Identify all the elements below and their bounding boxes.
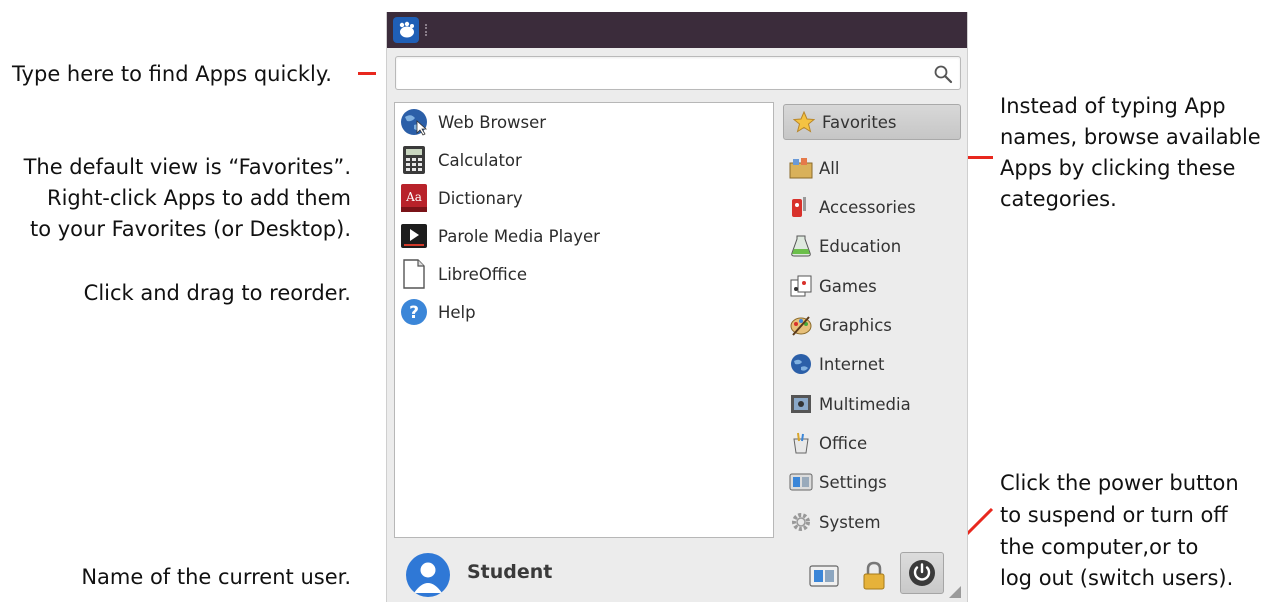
category-system[interactable]: System: [789, 507, 881, 537]
app-label: Help: [438, 302, 476, 322]
media-player-icon: [399, 221, 429, 251]
app-dictionary[interactable]: Aa Dictionary: [399, 181, 523, 215]
app-web-browser[interactable]: Web Browser: [399, 105, 546, 139]
app-libreoffice[interactable]: LibreOffice: [399, 257, 527, 291]
user-annotation: Name of the current user.: [81, 565, 351, 589]
categories-annotation-line-2: names, browse available: [1000, 125, 1261, 149]
category-label: All: [819, 158, 840, 178]
category-internet[interactable]: Internet: [789, 349, 885, 379]
category-label: Settings: [819, 472, 887, 492]
settings-icon: [789, 470, 813, 494]
app-label: Dictionary: [438, 188, 523, 208]
globe-icon: [399, 107, 429, 137]
star-icon: [792, 110, 816, 134]
app-help[interactable]: ? Help: [399, 295, 476, 329]
multimedia-icon: [789, 392, 813, 416]
category-label: Multimedia: [819, 394, 911, 414]
help-icon: ?: [399, 297, 429, 327]
accessories-icon: [789, 195, 813, 219]
app-calculator[interactable]: Calculator: [399, 143, 522, 177]
graphics-icon: [789, 313, 813, 337]
category-education[interactable]: Education: [789, 231, 901, 261]
category-label: Accessories: [819, 197, 916, 217]
category-office[interactable]: Office: [789, 428, 867, 458]
games-icon: [789, 274, 813, 298]
category-graphics[interactable]: Graphics: [789, 310, 892, 340]
category-multimedia[interactable]: Multimedia: [789, 389, 911, 419]
power-icon: [909, 560, 935, 586]
all-apps-icon: [789, 156, 813, 180]
menu-title-bar: [387, 12, 967, 48]
drag-grip-icon: [425, 24, 429, 36]
system-icon: [789, 510, 813, 534]
internet-icon: [789, 352, 813, 376]
svg-text:Aa: Aa: [405, 190, 422, 204]
categories-annotation-line-1: Instead of typing App: [1000, 94, 1226, 118]
calculator-icon: [399, 145, 429, 175]
education-icon: [789, 234, 813, 258]
favorites-annotation-line-2: Right-click Apps to add them: [47, 186, 351, 210]
app-label: Web Browser: [438, 112, 547, 132]
settings-manager-icon: [809, 565, 839, 587]
dictionary-icon: Aa: [399, 183, 429, 213]
current-username: Student: [467, 561, 553, 583]
power-annotation-line-2: to suspend or turn off: [1000, 503, 1228, 527]
category-favorites[interactable]: Favorites: [783, 104, 961, 140]
user-avatar-icon[interactable]: [406, 553, 450, 597]
search-annotation: Type here to find Apps quickly.: [12, 62, 332, 86]
category-accessories[interactable]: Accessories: [789, 192, 916, 222]
power-annotation-line-4: log out (switch users).: [1000, 566, 1234, 590]
office-icon: [789, 431, 813, 455]
power-button[interactable]: [900, 552, 944, 594]
categories-annotation-line-3: Apps by clicking these: [1000, 156, 1236, 180]
category-all[interactable]: All: [789, 153, 839, 183]
favorites-app-list: Web Browser Calculator Aa Dictionary Par…: [394, 102, 774, 538]
xfce-mouse-icon[interactable]: [393, 17, 419, 43]
search-box[interactable]: [395, 56, 961, 90]
whisker-menu: Web Browser Calculator Aa Dictionary Par…: [386, 12, 968, 602]
favorites-annotation-line-3: to your Favorites (or Desktop).: [29, 217, 351, 241]
search-input[interactable]: [402, 61, 922, 85]
category-label: Favorites: [822, 112, 897, 132]
lock-screen-button[interactable]: [857, 560, 891, 592]
power-annotation-line-1: Click the power button: [1000, 471, 1239, 495]
favorites-annotation-line-1: The default view is “Favorites”.: [23, 155, 351, 179]
reorder-annotation: Click and drag to reorder.: [83, 281, 351, 305]
category-label: Education: [819, 236, 902, 256]
category-list: Favorites All Accessories Education Game…: [783, 102, 963, 542]
resize-grip-icon[interactable]: [949, 586, 961, 598]
category-games[interactable]: Games: [789, 271, 877, 301]
category-settings[interactable]: Settings: [789, 467, 887, 497]
category-label: System: [819, 512, 881, 532]
search-icon[interactable]: [933, 64, 953, 84]
category-label: Graphics: [819, 315, 892, 335]
svg-text:?: ?: [409, 303, 419, 323]
document-icon: [399, 259, 429, 289]
search-pointer-line: [358, 72, 376, 75]
category-label: Games: [819, 276, 877, 296]
app-label: LibreOffice: [438, 264, 527, 284]
lock-icon: [863, 561, 885, 590]
category-label: Office: [819, 433, 868, 453]
power-annotation-line-3: the computer,or to: [1000, 535, 1199, 559]
user-bar: Student: [387, 542, 967, 602]
app-label: Parole Media Player: [438, 226, 600, 246]
settings-manager-button[interactable]: [807, 562, 841, 590]
category-label: Internet: [819, 354, 885, 374]
app-parole-media-player[interactable]: Parole Media Player: [399, 219, 600, 253]
categories-annotation-line-4: categories.: [1000, 187, 1117, 211]
app-label: Calculator: [438, 150, 522, 170]
